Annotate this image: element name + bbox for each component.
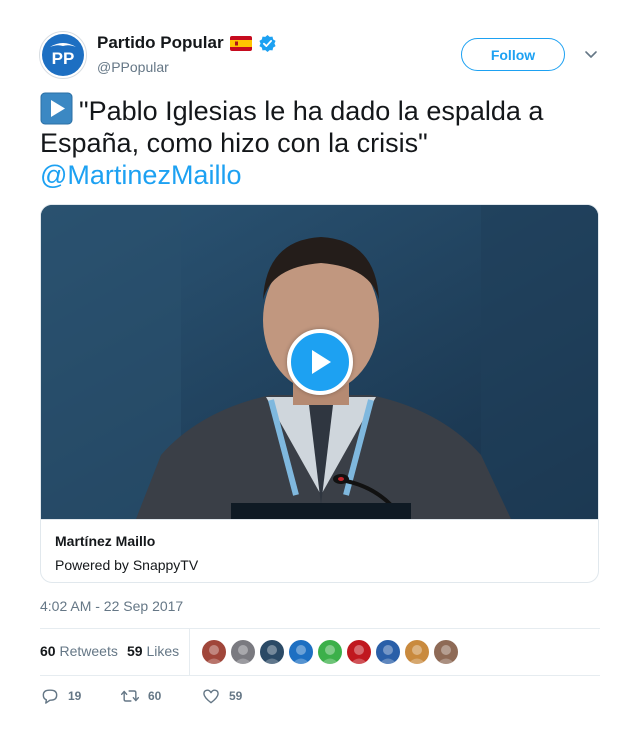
svg-text:PP: PP	[52, 49, 75, 68]
reply-icon	[42, 689, 58, 704]
retweet-button[interactable]: 60	[120, 686, 161, 706]
red-logo-avatar[interactable]	[346, 639, 372, 665]
pp-logo-icon[interactable]: PP	[39, 31, 87, 79]
account-name[interactable]: Partido Popular	[97, 33, 224, 53]
account-handle[interactable]: @PPopular	[97, 59, 169, 75]
play-icon	[312, 350, 331, 374]
follow-button[interactable]: Follow	[461, 38, 565, 71]
mention-link[interactable]: @MartinezMaillo	[40, 160, 241, 190]
stats-bottom-divider	[40, 675, 600, 676]
likes-stat[interactable]: 59 Likes	[127, 643, 179, 659]
tweet-text: "Pablo Iglesias le ha dado la espalda a …	[40, 92, 600, 191]
spain-flag-icon	[229, 35, 252, 51]
play-emoji-icon	[40, 92, 73, 125]
tweet-stats: 60 Retweets 59 Likes	[40, 629, 600, 675]
retweets-stat[interactable]: 60 Retweets	[40, 643, 118, 659]
pp-avatar[interactable]	[288, 639, 314, 665]
reply-count: 19	[68, 689, 82, 703]
retweets-label: Retweets	[59, 643, 118, 659]
stats-separator	[189, 629, 190, 675]
video-card[interactable]: Martínez Maillo Powered by SnappyTV	[40, 204, 599, 583]
account-name-row[interactable]: Partido Popular	[97, 33, 277, 53]
video-thumbnail[interactable]	[41, 205, 598, 519]
reply-button[interactable]: 19	[40, 686, 81, 706]
play-button[interactable]	[287, 329, 353, 395]
verified-badge-icon	[258, 34, 277, 53]
retweet-count: 60	[148, 689, 162, 703]
green-logo-avatar[interactable]	[317, 639, 343, 665]
heart-icon	[203, 689, 219, 704]
card-title: Martínez Maillo	[55, 533, 156, 549]
pp-small-avatar[interactable]	[375, 639, 401, 665]
tweet: PP Partido Popular @PPopular Follow "Pab…	[0, 0, 640, 737]
likes-count: 59	[127, 643, 143, 659]
card-subtitle: Powered by SnappyTV	[55, 557, 199, 573]
likes-label: Likes	[146, 643, 180, 659]
user-avatar-2[interactable]	[230, 639, 256, 665]
chevron-down-icon[interactable]	[583, 46, 599, 62]
retweets-count: 60	[40, 643, 56, 659]
like-count: 59	[229, 689, 243, 703]
like-button[interactable]: 59	[201, 686, 242, 706]
card-info[interactable]: Martínez Maillo Powered by SnappyTV	[41, 519, 598, 582]
user-avatar-1[interactable]	[201, 639, 227, 665]
tweet-timestamp[interactable]: 4:02 AM - 22 Sep 2017	[40, 598, 183, 614]
retweet-icon	[120, 690, 140, 702]
user-avatar-4[interactable]	[404, 639, 430, 665]
user-avatar-3[interactable]	[259, 639, 285, 665]
tweet-quote: "Pablo Iglesias le ha dado la espalda a …	[40, 96, 544, 158]
user-avatar-5[interactable]	[433, 639, 459, 665]
